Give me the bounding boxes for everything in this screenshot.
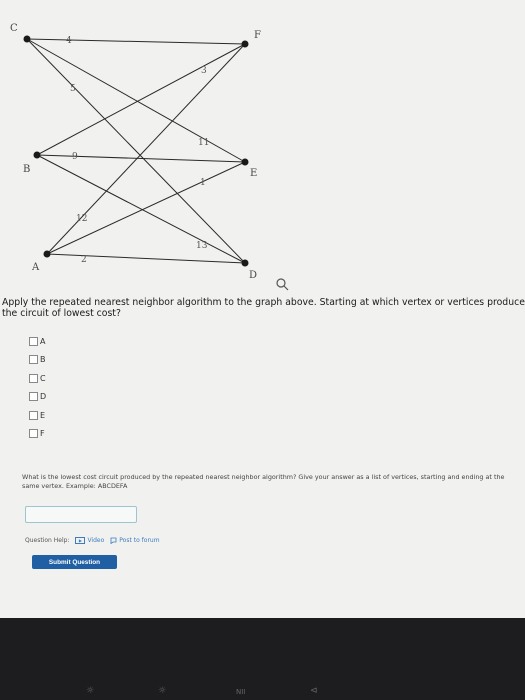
option-e[interactable]: E [29,406,46,425]
screen: C B A F E D 4 5 12 9 3 1 11 13 2 Apply t… [0,0,525,618]
weight-b-f: 3 [201,66,207,76]
option-label-c: C [40,373,46,383]
option-d[interactable]: D [29,388,46,407]
edge-a-d [46,253,246,264]
weight-b-e: 9 [72,152,78,162]
option-a[interactable]: A [29,332,46,351]
volume-key-icon: ⊲ [310,686,318,696]
vertex-e-dot [241,158,249,166]
option-label-d: D [40,392,47,402]
checkbox-c[interactable] [29,373,38,383]
vertex-label-c: C [10,23,18,34]
edge-c-f [26,38,246,45]
graph-diagram: C B A F E D 4 5 12 9 3 1 11 13 2 [10,23,289,291]
magnifier-icon[interactable] [276,278,289,291]
vertex-b-dot [33,151,41,159]
vertex-label-d: D [249,270,257,281]
vertex-c-dot [23,35,31,43]
option-label-a: A [40,336,46,346]
vertex-a-dot [43,250,51,258]
weight-a-f: 12 [76,214,87,224]
checkbox-e[interactable] [29,410,38,420]
vertex-d-dot [241,259,249,267]
vertex-label-a: A [31,262,40,273]
forum-link[interactable]: Post to forum [110,537,160,544]
weight-c-e: 5 [70,84,76,94]
brightness-up-icon: ☼ [158,686,167,696]
edge-c-d [26,38,246,264]
brightness-down-icon: ☼ [86,686,95,696]
question-help-label: Question Help: [25,537,70,544]
option-label-e: E [40,410,46,420]
option-label-f: F [40,429,45,439]
weight-c-d: 11 [198,138,209,148]
checkbox-f[interactable] [29,429,38,439]
vertex-f-dot [241,40,249,48]
vertex-options: A B C D E F [29,332,46,443]
graph-edges [26,38,246,264]
weight-c-f: 4 [66,36,72,46]
video-link[interactable]: ▶ Video [75,537,104,544]
vertex-label-f: F [254,30,261,41]
weight-b-d: 13 [196,241,208,251]
option-label-b: B [40,355,46,365]
question-prompt: Apply the repeated nearest neighbor algo… [2,297,525,319]
checkbox-d[interactable] [29,392,38,402]
video-icon: ▶ [75,537,86,544]
vertex-label-e: E [250,168,257,179]
vertex-label-b: B [23,164,30,175]
laptop-bezel: ☼ ☼ ΝΙΙ ⊲ [0,618,525,700]
option-c[interactable]: C [29,369,46,388]
submit-question-button[interactable]: Submit Question [32,555,117,569]
option-f[interactable]: F [29,425,46,444]
edge-b-d [36,154,246,264]
edge-c-e [26,38,246,163]
option-b[interactable]: B [29,351,46,370]
question-help: Question Help: ▶ Video Post to forum [25,537,160,544]
forum-link-label: Post to forum [119,537,160,544]
checkbox-b[interactable] [29,355,38,365]
edge-b-f [36,43,246,156]
weight-a-d: 2 [81,255,87,265]
circuit-answer-input[interactable] [25,506,137,523]
video-link-label: Video [87,537,105,544]
forum-icon [110,537,117,544]
weight-a-e: 1 [200,178,206,188]
question-circuit-prompt: What is the lowest cost circuit produced… [22,473,505,490]
checkbox-a[interactable] [29,336,38,346]
media-key-icon: ΝΙΙ [236,688,246,696]
